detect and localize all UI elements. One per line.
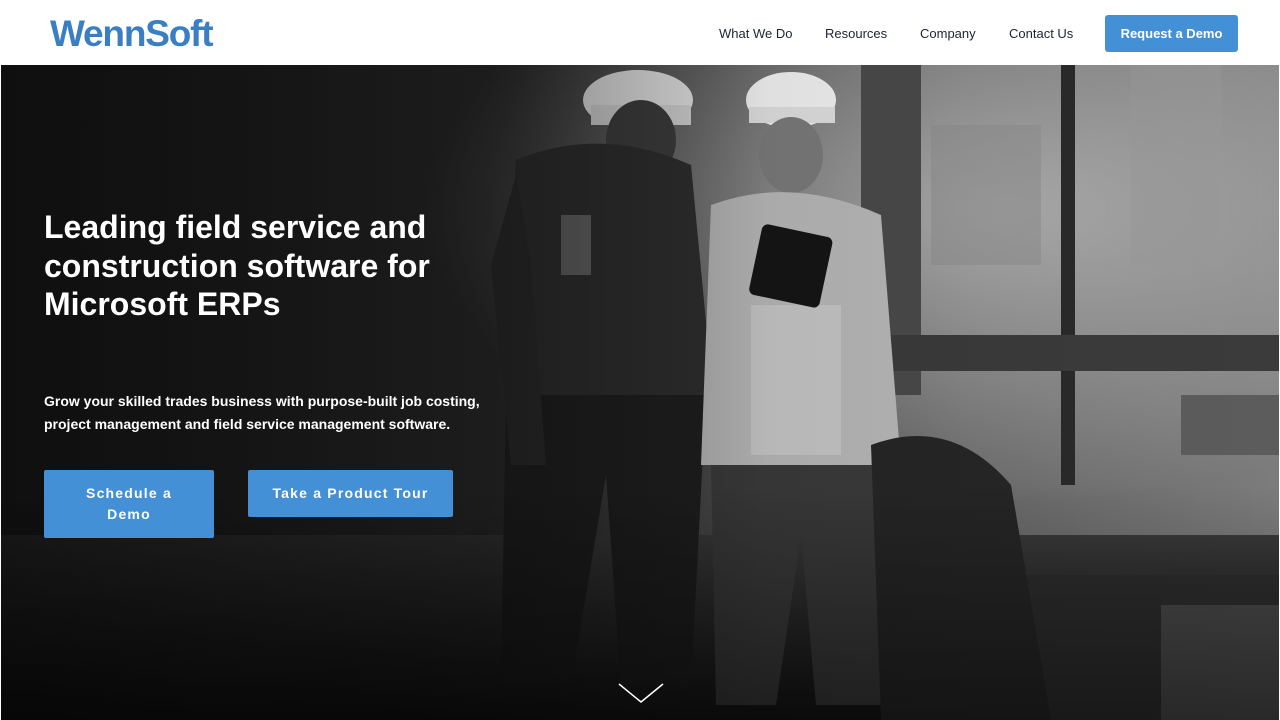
nav-item-resources[interactable]: Resources <box>825 25 887 43</box>
chevron-down-icon[interactable] <box>618 682 664 704</box>
nav-item-company[interactable]: Company <box>920 25 976 43</box>
product-tour-button[interactable]: Take a Product Tour <box>248 470 453 517</box>
schedule-demo-button[interactable]: Schedule a Demo <box>44 470 214 538</box>
hero-section: Leading field service and construction s… <box>1 65 1279 720</box>
request-demo-button[interactable]: Request a Demo <box>1105 15 1238 52</box>
hero-subheading: Grow your skilled trades business with p… <box>44 393 480 432</box>
nav-item-what-we-do[interactable]: What We Do <box>719 25 792 43</box>
site-header: WennSoft What We Do Resources Company Co… <box>0 0 1280 65</box>
nav-item-contact-us[interactable]: Contact Us <box>1009 25 1073 43</box>
main-nav: What We Do Resources Company Contact Us <box>0 0 1280 65</box>
hero-heading: Leading field service and construction s… <box>44 209 430 322</box>
